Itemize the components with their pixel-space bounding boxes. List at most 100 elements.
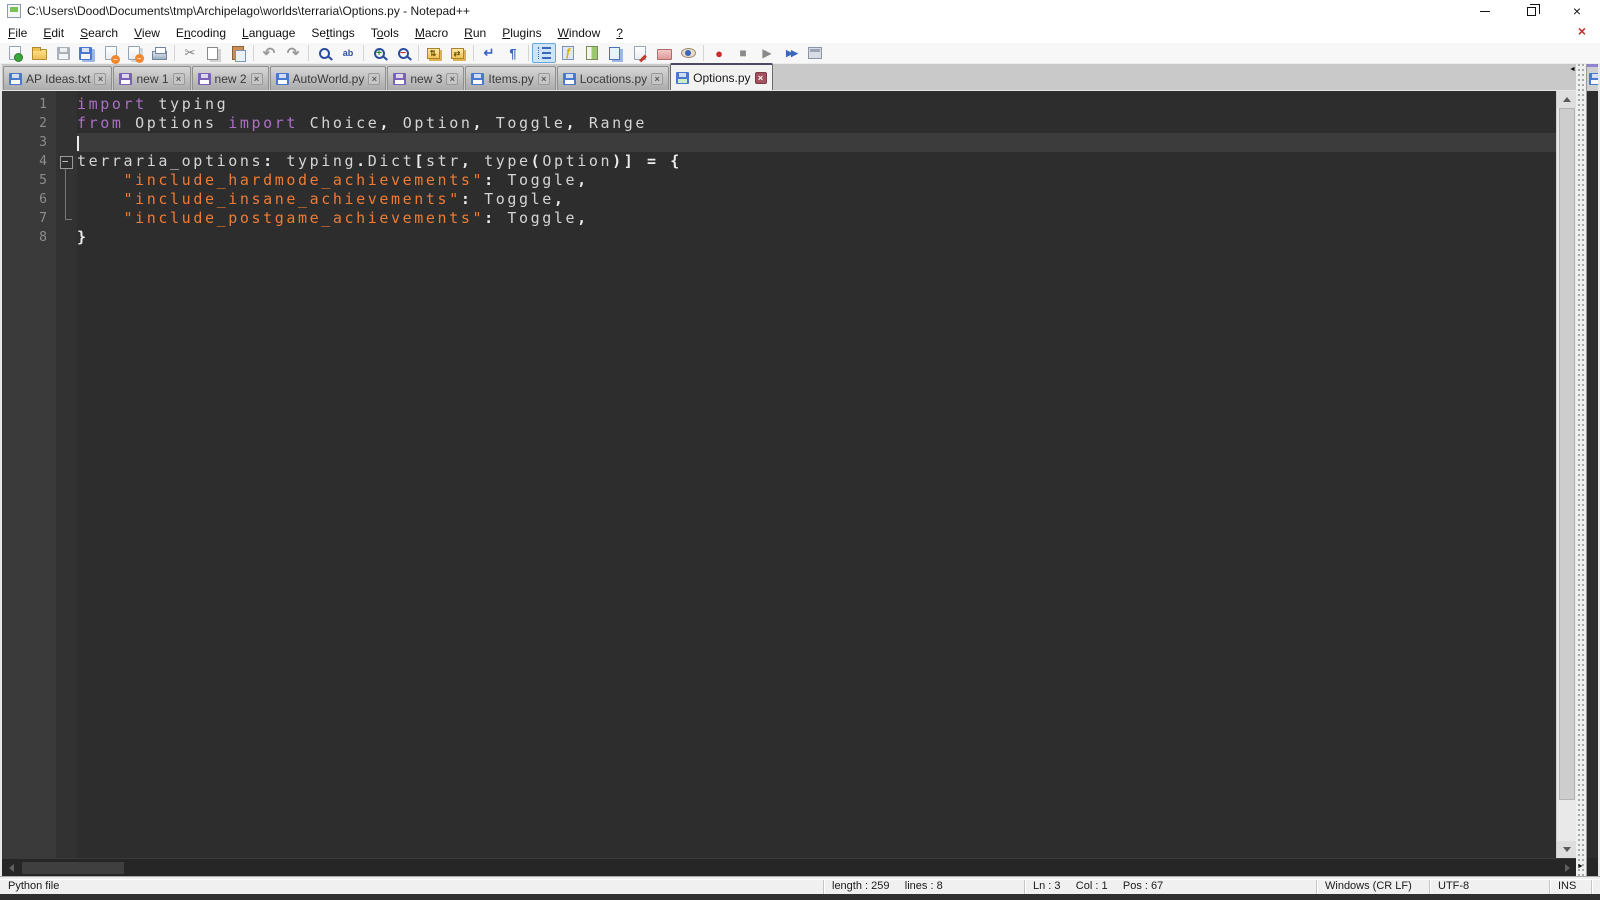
tab-close-icon[interactable]: × bbox=[94, 72, 107, 85]
code-text[interactable]: terraria_options: typing.Dict[str, type(… bbox=[77, 152, 1556, 171]
tab-items-py[interactable]: Items.py × bbox=[465, 66, 556, 90]
restore-button[interactable] bbox=[1508, 0, 1554, 22]
macro-run-multiple-button[interactable]: ▶▶ bbox=[779, 43, 803, 63]
tab-close-icon[interactable]: × bbox=[446, 72, 459, 85]
document-list-icon bbox=[609, 46, 620, 60]
macro-stop-button[interactable]: ■ bbox=[731, 43, 755, 63]
secondary-view-tab[interactable] bbox=[1587, 64, 1598, 91]
vertical-scrollbar[interactable] bbox=[1556, 91, 1576, 858]
code-text[interactable]: import typing bbox=[77, 95, 1556, 114]
tab-new-2[interactable]: new 2 × bbox=[191, 66, 269, 90]
word-wrap-button[interactable] bbox=[477, 43, 501, 63]
tab-close-icon[interactable]: × bbox=[651, 72, 664, 85]
zoom-out-button[interactable]: − bbox=[391, 43, 415, 63]
tab-label: new 2 bbox=[214, 71, 247, 86]
menu-view[interactable]: View bbox=[126, 24, 168, 42]
undo-button[interactable]: ↶ bbox=[257, 43, 281, 63]
code-editor[interactable]: 1 import typing 2 from Options import Choic… bbox=[2, 91, 1556, 858]
menu-[interactable]: ? bbox=[608, 24, 631, 42]
horizontal-scrollbar[interactable] bbox=[2, 858, 1576, 876]
close-icon: × bbox=[1572, 3, 1582, 19]
save-button[interactable] bbox=[51, 43, 75, 63]
show-all-chars-button[interactable] bbox=[501, 43, 525, 63]
zoom-in-button[interactable]: + bbox=[367, 43, 391, 63]
macro-play-button[interactable]: ▶ bbox=[755, 43, 779, 63]
function-list-button[interactable]: ƒ bbox=[556, 43, 580, 63]
scroll-up-button[interactable] bbox=[1557, 91, 1576, 108]
close-file-button[interactable] bbox=[99, 43, 123, 64]
code-text[interactable]: "include_postgame_achievements": Toggle, bbox=[77, 209, 1556, 228]
print-button[interactable] bbox=[147, 43, 171, 63]
view-splitter[interactable]: ◄ ► bbox=[1569, 64, 1586, 876]
menu-encoding[interactable]: Encoding bbox=[168, 24, 234, 42]
menu-run[interactable]: Run bbox=[456, 24, 494, 42]
indent-guide-button[interactable] bbox=[532, 43, 556, 63]
scroll-down-button[interactable] bbox=[1557, 841, 1576, 858]
find-button[interactable] bbox=[312, 43, 336, 63]
minimize-button[interactable] bbox=[1462, 0, 1508, 22]
edit-marker-button[interactable] bbox=[628, 43, 652, 63]
code-text[interactable]: from Options import Choice, Option, Togg… bbox=[77, 114, 1556, 133]
arrow-up-icon bbox=[1562, 97, 1571, 102]
menu-tools[interactable]: Tools bbox=[363, 24, 407, 42]
paste-button[interactable] bbox=[226, 43, 250, 63]
replace-button[interactable] bbox=[336, 43, 360, 63]
horizontal-scrollbar-thumb[interactable] bbox=[22, 861, 124, 874]
menu-search[interactable]: Search bbox=[72, 24, 126, 42]
menu-language[interactable]: Language bbox=[234, 24, 303, 42]
scroll-left-button[interactable] bbox=[2, 859, 20, 876]
macro-save-button[interactable] bbox=[803, 43, 827, 63]
macro-record-button[interactable]: ● bbox=[707, 43, 731, 63]
tab-scroll-left-icon[interactable]: ◄ bbox=[1569, 66, 1576, 73]
vertical-scrollbar-thumb[interactable] bbox=[1558, 108, 1575, 800]
fold-collapse-icon[interactable] bbox=[56, 152, 77, 171]
document-list-button[interactable] bbox=[604, 43, 628, 63]
code-text[interactable]: "include_insane_achievements": Toggle, bbox=[77, 190, 1556, 209]
code-text[interactable]: "include_hardmode_achievements": Toggle, bbox=[77, 171, 1556, 190]
code-text[interactable]: } bbox=[77, 228, 1556, 247]
window-title: C:\Users\Dood\Documents\tmp\Archipelago\… bbox=[27, 4, 470, 18]
sync-vertical-button[interactable]: ⇅ bbox=[422, 43, 446, 63]
menu-window[interactable]: Window bbox=[550, 24, 609, 42]
secondary-view-editor[interactable] bbox=[1587, 91, 1598, 858]
document-map-button[interactable] bbox=[580, 43, 604, 63]
tab-close-icon[interactable]: × bbox=[250, 72, 263, 85]
fold-margin bbox=[56, 133, 77, 152]
status-segment-5: INS bbox=[1549, 880, 1591, 894]
copy-button[interactable] bbox=[202, 43, 226, 63]
tab-autoworld-py[interactable]: AutoWorld.py × bbox=[269, 66, 387, 90]
tab-close-icon[interactable]: × bbox=[537, 72, 550, 85]
menu-edit[interactable]: Edit bbox=[35, 24, 72, 42]
save-all-button[interactable] bbox=[75, 43, 99, 63]
close-all-button[interactable] bbox=[123, 43, 147, 63]
content-area: AP Ideas.txt × new 1 × new 2 × AutoWorld.py × ne… bbox=[0, 63, 1600, 876]
menu-file[interactable]: File bbox=[0, 24, 35, 42]
tab-new-1[interactable]: new 1 × bbox=[113, 66, 191, 90]
tab-ap-ideas-txt[interactable]: AP Ideas.txt × bbox=[3, 66, 113, 90]
tab-close-icon[interactable]: × bbox=[172, 72, 185, 85]
menu-plugins[interactable]: Plugins bbox=[494, 24, 549, 42]
menu-macro[interactable]: Macro bbox=[407, 24, 456, 42]
monitoring-button[interactable] bbox=[676, 43, 700, 63]
tab-locations-py[interactable]: Locations.py × bbox=[556, 66, 670, 90]
scroll-right-button[interactable] bbox=[1558, 859, 1576, 876]
folder-as-workspace-button[interactable] bbox=[652, 43, 676, 63]
saved-file-icon bbox=[9, 72, 22, 85]
tab-close-icon[interactable]: × bbox=[754, 71, 767, 84]
redo-button[interactable]: ↷ bbox=[281, 43, 305, 63]
monitoring-icon bbox=[680, 48, 696, 58]
window-bottom-edge bbox=[0, 894, 1600, 900]
close-button[interactable]: × bbox=[1554, 0, 1600, 22]
new-file-button[interactable] bbox=[3, 43, 27, 63]
close-document-icon[interactable]: × bbox=[1578, 23, 1586, 39]
sync-horizontal-button[interactable]: ⇄ bbox=[446, 43, 470, 63]
secondary-view-hscroll[interactable] bbox=[1587, 858, 1598, 876]
menu-settings[interactable]: Settings bbox=[303, 24, 362, 42]
tab-options-py[interactable]: Options.py × bbox=[670, 63, 773, 90]
tab-new-3[interactable]: new 3 × bbox=[387, 66, 465, 90]
code-text[interactable] bbox=[77, 133, 1556, 152]
save-icon bbox=[56, 46, 70, 60]
open-button[interactable] bbox=[27, 43, 51, 63]
tab-close-icon[interactable]: × bbox=[368, 72, 381, 85]
cut-button[interactable]: ✂ bbox=[178, 43, 202, 63]
